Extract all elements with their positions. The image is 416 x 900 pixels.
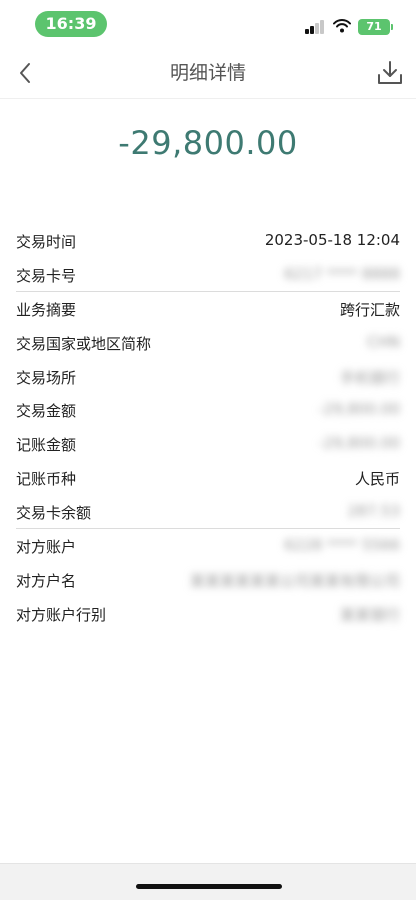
detail-label: 记账币种 [16,469,77,488]
detail-row-card-balance: 交易卡余额 287.53 [16,495,400,529]
detail-value: -29,800.00 [318,400,400,419]
detail-label: 交易卡余额 [16,503,92,522]
detail-value: 某某银行 [339,605,400,624]
detail-row-counterparty-bank: 对方账户行别 某某银行 [16,597,400,631]
detail-label: 对方户名 [16,571,77,590]
detail-label: 对方账户 [16,538,77,557]
detail-value: 跨行汇款 [339,301,400,320]
detail-row-transaction-amount: 交易金额 -29,800.00 [16,393,400,427]
chevron-left-icon[interactable] [10,58,42,88]
detail-label: 记账金额 [16,436,77,455]
detail-row-card-number: 交易卡号 6217 **** 8888 [16,258,400,292]
battery-cap [391,24,393,30]
battery-icon: 71 [358,19,390,35]
detail-label: 交易时间 [16,233,77,251]
detail-label: 交易卡号 [16,266,77,285]
detail-value: 6228 **** 5566 [284,536,400,555]
detail-row-transaction-time: 交易时间 2023-05-18 12:04 [16,224,400,258]
detail-row-transaction-place: 交易场所 手机银行 [16,360,400,394]
status-time: 16:39 [35,11,107,37]
download-icon[interactable] [374,57,406,89]
detail-value: 手机银行 [339,368,400,387]
detail-label: 交易国家或地区简称 [16,335,152,354]
detail-list: 交易时间 2023-05-18 12:04 交易卡号 6217 **** 888… [16,224,400,630]
wifi-icon [333,19,351,33]
cellular-signal-icon [305,20,327,34]
status-bar: 16:39 71 [0,0,416,48]
detail-label: 业务摘要 [16,301,77,320]
detail-value: 6217 **** 8888 [284,264,400,283]
detail-row-counterparty-account: 对方账户 6228 **** 5566 [16,528,400,563]
battery-level: 71 [366,20,382,33]
detail-row-country-region: 交易国家或地区简称 CHN [16,326,400,360]
detail-label: 交易场所 [16,368,77,387]
detail-row-business-summary: 业务摘要 跨行汇款 [16,291,400,326]
detail-value: -29,800.00 [318,434,400,453]
home-indicator[interactable] [136,884,282,889]
detail-value: 287.53 [347,501,401,520]
detail-row-posted-amount: 记账金额 -29,800.00 [16,427,400,461]
detail-value: 2023-05-18 12:04 [264,231,400,249]
detail-label: 对方账户行别 [16,605,107,624]
home-indicator-area [0,863,416,900]
detail-label: 交易金额 [16,402,77,421]
page-title: 明细详情 [169,62,246,84]
detail-row-counterparty-name: 对方户名 某某某某某某公司某某有限公司 [16,563,400,597]
detail-row-currency: 记账币种 人民币 [16,461,400,495]
detail-value: 人民币 [354,469,400,488]
transaction-amount: -29,800.00 [118,124,298,162]
nav-bar: 明细详情 [0,48,416,99]
detail-value: 某某某某某某公司某某有限公司 [189,571,400,590]
detail-value: CHN [367,333,400,352]
